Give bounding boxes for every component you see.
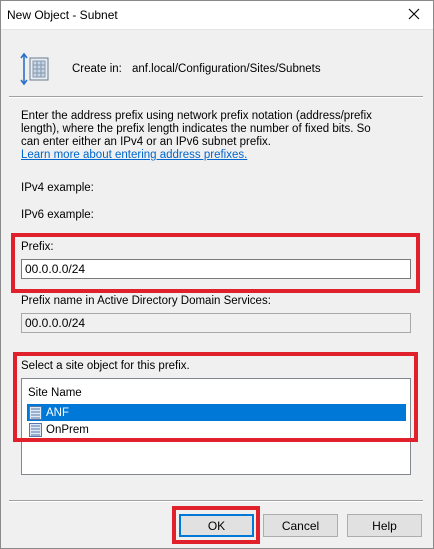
site-name-column-header[interactable]: Site Name	[28, 387, 82, 399]
prefix-name-field	[21, 313, 411, 333]
ipv6-example-label: IPv6 example:	[21, 209, 94, 221]
description-line: length), where the prefix length indicat…	[21, 123, 371, 135]
learn-more-link[interactable]: Learn more about entering address prefix…	[21, 149, 391, 162]
site-list-item-label: ANF	[46, 406, 69, 419]
description-line: Enter the address prefix using network p…	[21, 110, 372, 122]
subnet-icon	[20, 52, 49, 86]
close-icon	[408, 8, 420, 20]
site-list-item-anf[interactable]: ANF	[27, 404, 406, 421]
site-icon	[29, 405, 42, 420]
description-line: can enter either an IPv4 or an IPv6 subn…	[21, 136, 271, 148]
prefix-name-label: Prefix name in Active Directory Domain S…	[21, 295, 271, 307]
help-button[interactable]: Help	[347, 514, 422, 537]
site-list-item-label: OnPrem	[46, 423, 89, 436]
prefix-label: Prefix:	[21, 241, 54, 253]
ok-button[interactable]: OK	[179, 514, 254, 537]
prefix-input[interactable]	[21, 259, 411, 279]
site-list-item-onprem[interactable]: OnPrem	[27, 421, 406, 438]
separator	[9, 500, 423, 502]
create-in-path: anf.local/Configuration/Sites/Subnets	[132, 63, 321, 75]
site-icon	[29, 422, 42, 437]
separator	[9, 96, 423, 98]
site-select-label: Select a site object for this prefix.	[21, 360, 190, 372]
close-button[interactable]	[400, 3, 428, 25]
create-in-label: Create in:	[72, 63, 122, 75]
window-title: New Object - Subnet	[7, 8, 118, 22]
title-bar: New Object - Subnet	[0, 0, 434, 30]
ipv4-example-label: IPv4 example:	[21, 182, 94, 194]
cancel-button[interactable]: Cancel	[263, 514, 338, 537]
description-text: Enter the address prefix using network p…	[21, 110, 391, 162]
site-list[interactable]: Site Name ANF OnPrem	[21, 378, 411, 475]
